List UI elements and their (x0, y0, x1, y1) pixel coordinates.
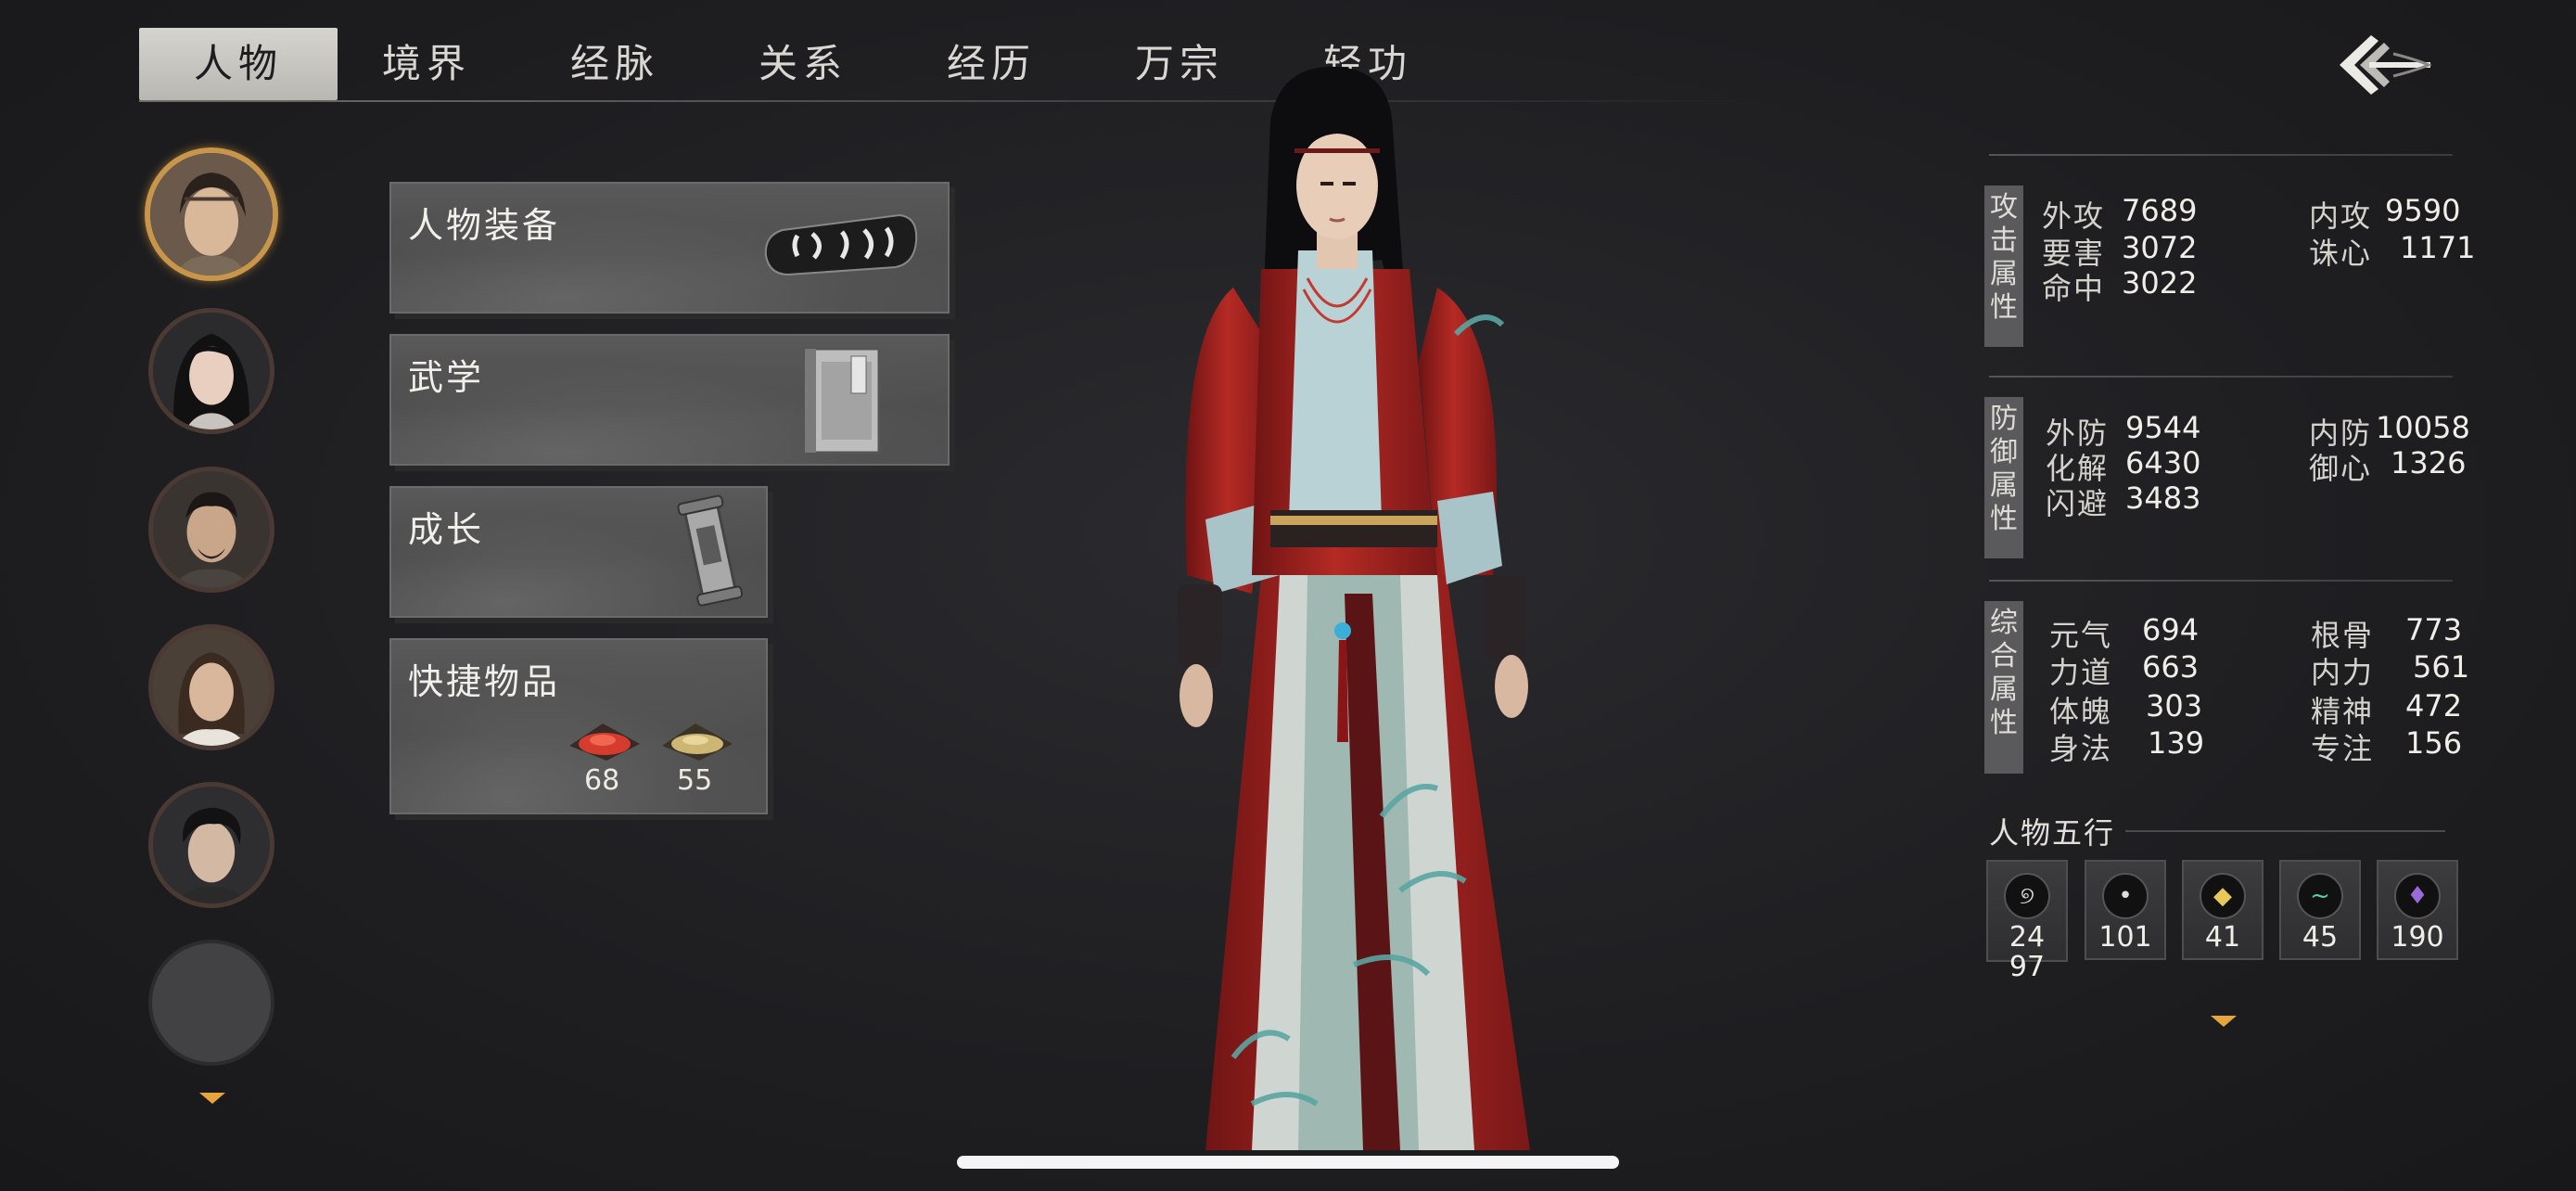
martial-arts-panel[interactable]: 武学 (389, 334, 950, 466)
wuxing-element-3[interactable]: ◆ 41 (2182, 860, 2264, 960)
stats-divider (1989, 376, 2453, 378)
general-section-label: 综合属性 (1984, 601, 2023, 774)
red-powder-icon (569, 724, 640, 761)
water-drop-icon: • (2102, 873, 2149, 919)
stat-name: 御心 (2309, 451, 2373, 486)
stats-divider (1989, 580, 2453, 582)
bracer-icon (764, 213, 918, 276)
stat-name: 专注 (2311, 731, 2375, 766)
quick-items-panel[interactable]: 快捷物品 68 55 (389, 638, 768, 814)
scroll-icon (677, 494, 744, 607)
equipment-panel[interactable]: 人物装备 (389, 182, 950, 314)
wuxing-element-3-value: 41 (2204, 921, 2241, 954)
stat-value: 10058 (2376, 410, 2470, 445)
quick-item-2[interactable]: 55 (658, 718, 736, 807)
defense-section-label: 防御属性 (1984, 397, 2023, 558)
avatar-character-2[interactable] (148, 308, 274, 434)
stat-value: 9590 (2385, 193, 2461, 228)
quick-item-1-count: 68 (584, 764, 620, 797)
stat-value: 561 (2413, 649, 2470, 685)
stat-name: 命中 (2042, 271, 2106, 306)
stat-value: 1171 (2400, 230, 2476, 265)
avatar-character-3[interactable] (148, 467, 274, 593)
stats-divider (1989, 154, 2453, 156)
stat-name: 力道 (2049, 655, 2113, 690)
stat-value: 156 (2405, 725, 2463, 761)
chevron-down-icon[interactable] (199, 1093, 225, 1104)
stat-value: 3483 (2125, 480, 2201, 516)
avatar-character-1[interactable] (145, 147, 278, 281)
wuxing-divider (2125, 830, 2445, 832)
swirl-icon: ୭ (2004, 873, 2050, 919)
wuxing-element-5-value: 190 (2391, 921, 2444, 954)
growth-title: 成长 (408, 509, 485, 550)
wind-icon: ~ (2297, 873, 2343, 919)
back-button[interactable] (2332, 28, 2434, 102)
wuxing-title: 人物五行 (1989, 815, 2116, 851)
flame-icon: ♦ (2394, 873, 2441, 919)
stat-value: 3022 (2122, 265, 2198, 301)
stat-value: 663 (2142, 649, 2200, 685)
stat-value: 694 (2142, 612, 2200, 647)
stat-name: 闪避 (2046, 486, 2110, 521)
stat-value: 6430 (2125, 445, 2201, 480)
stat-value: 9544 (2125, 410, 2201, 445)
stat-value: 1326 (2391, 445, 2467, 480)
back-arrow-icon (2340, 35, 2432, 95)
defense-section-label-text: 防御属性 (1990, 403, 2018, 535)
wuxing-element-4[interactable]: ~ 45 (2279, 860, 2361, 960)
wuxing-element-5[interactable]: ♦ 190 (2377, 860, 2458, 960)
quick-item-1[interactable]: 68 (566, 718, 644, 807)
attack-section-label-text: 攻击属性 (1990, 191, 2018, 324)
equipment-title: 人物装备 (408, 205, 561, 246)
gold-nugget-icon: ◆ (2200, 873, 2246, 919)
attack-section-label: 攻击属性 (1984, 186, 2023, 347)
martial-arts-title: 武学 (408, 357, 485, 398)
stat-value: 7689 (2122, 193, 2198, 228)
growth-panel[interactable]: 成长 (389, 486, 768, 618)
tab-meridians[interactable]: 经脉 (516, 28, 714, 100)
book-icon (803, 347, 881, 455)
wuxing-element-1-value: 2497 (2009, 921, 2046, 983)
wuxing-element-1[interactable]: ୭ 2497 (1986, 860, 2068, 982)
home-indicator[interactable] (957, 1156, 1619, 1169)
yellow-powder-icon (662, 724, 733, 761)
wuxing-element-2-value: 101 (2098, 921, 2152, 954)
stat-value: 472 (2405, 688, 2463, 724)
avatar-character-5[interactable] (148, 782, 274, 908)
stat-value: 773 (2405, 612, 2463, 647)
stat-value: 303 (2146, 688, 2203, 724)
stat-value: 139 (2148, 725, 2205, 761)
quick-item-2-count: 55 (677, 764, 713, 797)
tab-relations[interactable]: 关系 (704, 28, 902, 100)
general-section-label-text: 综合属性 (1990, 607, 2018, 739)
tab-character[interactable]: 人物 (139, 28, 338, 100)
avatar-slot-empty[interactable] (148, 940, 274, 1066)
chevron-down-icon[interactable] (2211, 1016, 2237, 1027)
wuxing-element-4-value: 45 (2302, 921, 2339, 954)
character-model[interactable] (1048, 56, 1660, 1169)
stat-name: 身法 (2049, 731, 2113, 766)
stat-name: 诛心 (2309, 236, 2373, 271)
avatar-character-4[interactable] (148, 624, 274, 750)
stat-value: 3072 (2122, 230, 2198, 265)
tab-realm[interactable]: 境界 (327, 28, 526, 100)
wuxing-element-2[interactable]: • 101 (2085, 860, 2166, 960)
stat-name: 内力 (2311, 655, 2375, 690)
quick-items-title: 快捷物品 (408, 661, 561, 702)
